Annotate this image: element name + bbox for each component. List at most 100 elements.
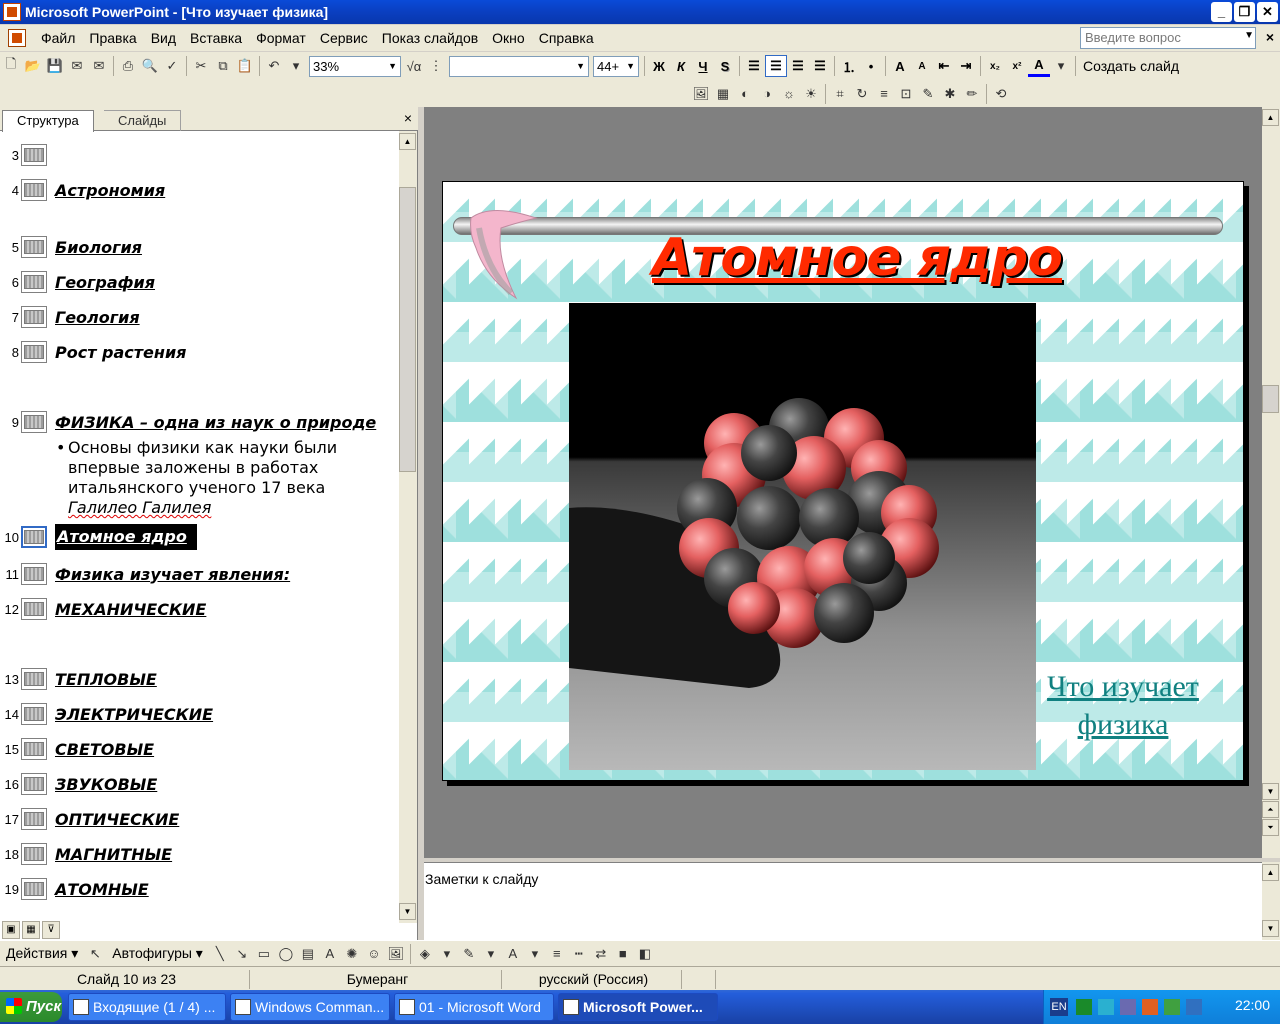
recolor-icon[interactable]: ✎ [917, 83, 939, 105]
tab-outline[interactable]: Структура [2, 110, 94, 132]
shadow-style-icon[interactable]: ■ [612, 943, 634, 965]
menu-window[interactable]: Окно [485, 27, 532, 49]
superscript-icon[interactable]: x² [1006, 55, 1028, 77]
slide-title[interactable]: ТЕПЛОВЫЕ [55, 670, 157, 689]
decrease-indent-icon[interactable]: ⇤ [933, 55, 955, 77]
justify-icon[interactable]: ☰ [809, 55, 831, 77]
more-contrast-icon[interactable]: ◐ [734, 83, 756, 105]
slide-icon[interactable] [21, 526, 47, 548]
menu-view[interactable]: Вид [144, 27, 183, 49]
menu-format[interactable]: Формат [249, 27, 313, 49]
undo-dropdown-icon[interactable]: ▾ [285, 55, 307, 77]
compress-icon[interactable]: ⊡ [895, 83, 917, 105]
slide-title[interactable]: СВЕТОВЫЕ [55, 740, 154, 759]
slide-title[interactable]: Биология [55, 238, 142, 257]
scroll-down-icon[interactable]: ▼ [399, 903, 416, 920]
tray-update-icon[interactable] [1186, 999, 1202, 1015]
align-center-icon[interactable]: ☰ [765, 55, 787, 77]
rectangle-icon[interactable]: ▭ [253, 943, 275, 965]
slide-icon[interactable] [21, 773, 47, 795]
chevron-down-icon[interactable]: ▾ [524, 943, 546, 965]
slide-icon[interactable] [21, 306, 47, 328]
outline-slide-4[interactable]: 4 Астрономия [0, 177, 165, 203]
slide-icon[interactable] [21, 843, 47, 865]
new-document-icon[interactable]: 🗋 [0, 55, 22, 77]
font-size-select[interactable]: 44+ ▼ [593, 55, 639, 77]
slide-icon[interactable] [21, 563, 47, 585]
outline-slide-10[interactable]: 10 Атомное ядро [0, 524, 197, 550]
tab-slides[interactable]: Слайды [104, 110, 182, 131]
outline-slide-7[interactable]: 7 Геология [0, 304, 140, 330]
clipart-icon[interactable]: ☺ [363, 943, 385, 965]
notes-placeholder[interactable]: Заметки к слайду [425, 871, 538, 887]
task-inbox[interactable]: Входящие (1 / 4) ... [68, 993, 226, 1021]
scroll-up-icon[interactable]: ▲ [399, 133, 416, 150]
line-style-icon[interactable]: ≡ [873, 83, 895, 105]
next-slide-icon[interactable]: ⏷ [1262, 819, 1279, 836]
format-picture-icon[interactable]: ✱ [939, 83, 961, 105]
italic-button[interactable]: К [670, 55, 692, 77]
slide-title[interactable]: МЕХАНИЧЕСКИЕ [55, 600, 206, 619]
tray-security-icon[interactable] [1164, 999, 1180, 1015]
slide-icon[interactable] [21, 341, 47, 363]
slide-title[interactable]: Атомное ядро [55, 524, 197, 550]
align-left-icon[interactable]: ☰ [743, 55, 765, 77]
slide-title[interactable]: МАГНИТНЫЕ [55, 845, 172, 864]
chevron-down-icon[interactable]: ▼ [1244, 30, 1254, 41]
actions-menu[interactable]: Действия ▾ [0, 945, 84, 962]
menu-insert[interactable]: Вставка [183, 27, 249, 49]
outline-slide-9[interactable]: 9 ФИЗИКА – одна из наук о природе [0, 409, 376, 435]
close-button[interactable]: ✕ [1257, 2, 1278, 22]
slide-scrollbar[interactable]: ▲ ▼ ⏶ ⏷ [1262, 107, 1280, 858]
font-color-icon[interactable]: A [502, 943, 524, 965]
chevron-down-icon[interactable]: ▾ [480, 943, 502, 965]
color-icon[interactable]: ▦ [712, 83, 734, 105]
slide-icon[interactable] [21, 236, 47, 258]
close-icon[interactable]: × [404, 110, 412, 126]
current-slide[interactable]: Атомное ядро Что изучает физика [442, 181, 1244, 781]
slide-title[interactable]: ЗВУКОВЫЕ [55, 775, 157, 794]
slide-icon[interactable] [21, 598, 47, 620]
line-icon[interactable]: ╲ [209, 943, 231, 965]
dash-style-icon[interactable]: ┅ [568, 943, 590, 965]
slide-title[interactable]: Астрономия [55, 181, 165, 200]
task-windows-commander[interactable]: Windows Comman... [230, 993, 390, 1021]
document-icon[interactable] [8, 29, 26, 47]
outline-slide-17[interactable]: 17 ОПТИЧЕСКИЕ [0, 806, 179, 832]
previous-slide-icon[interactable]: ⏶ [1262, 801, 1279, 818]
cut-icon[interactable]: ✂ [190, 55, 212, 77]
undo-icon[interactable]: ↶ [263, 55, 285, 77]
diagram-icon[interactable]: ✺ [341, 943, 363, 965]
outline-slide-12[interactable]: 12 МЕХАНИЧЕСКИЕ [0, 596, 206, 622]
menu-edit[interactable]: Правка [82, 27, 143, 49]
line-color-icon[interactable]: ✎ [458, 943, 480, 965]
reset-picture-icon[interactable]: ⟲ [990, 83, 1012, 105]
permission-icon[interactable]: ✉ [66, 55, 88, 77]
start-button[interactable]: Пуск [0, 992, 62, 1022]
fill-color-icon[interactable]: ◈ [414, 943, 436, 965]
tray-network-icon[interactable] [1098, 999, 1114, 1015]
outline-slide-15[interactable]: 15 СВЕТОВЫЕ [0, 736, 154, 762]
arrow-style-icon[interactable]: ⇄ [590, 943, 612, 965]
open-folder-icon[interactable]: 📂 [22, 55, 44, 77]
slide-icon[interactable] [21, 703, 47, 725]
link-line-1[interactable]: Что изучает [1038, 668, 1208, 706]
scroll-thumb[interactable] [399, 187, 416, 472]
slide-icon[interactable] [21, 179, 47, 201]
autoshapes-menu[interactable]: Автофигуры ▾ [106, 945, 209, 962]
ask-question-input[interactable]: Введите вопрос [1080, 27, 1256, 49]
arrow-icon[interactable]: ↘ [231, 943, 253, 965]
slide-hyperlink[interactable]: Что изучает физика [1038, 668, 1208, 744]
paste-icon[interactable]: 📋 [234, 55, 256, 77]
slide-sorter-icon[interactable]: ▦ [22, 921, 40, 939]
atomic-nucleus-image[interactable] [569, 303, 1036, 770]
notes-pane[interactable]: Заметки к слайду [424, 862, 1262, 940]
slide-title[interactable]: ЭЛЕКТРИЧЕСКИЕ [55, 705, 213, 724]
picture-icon[interactable]: 🖼 [385, 943, 407, 965]
slide-editing-area[interactable]: Атомное ядро Что изучает физика [424, 107, 1262, 858]
task-word[interactable]: 01 - Microsoft Word [394, 993, 554, 1021]
menu-file[interactable]: Файл [34, 27, 82, 49]
normal-view-icon[interactable]: ▣ [2, 921, 20, 939]
slide-title[interactable]: Физика изучает явления: [55, 565, 290, 584]
slide-icon[interactable] [21, 668, 47, 690]
